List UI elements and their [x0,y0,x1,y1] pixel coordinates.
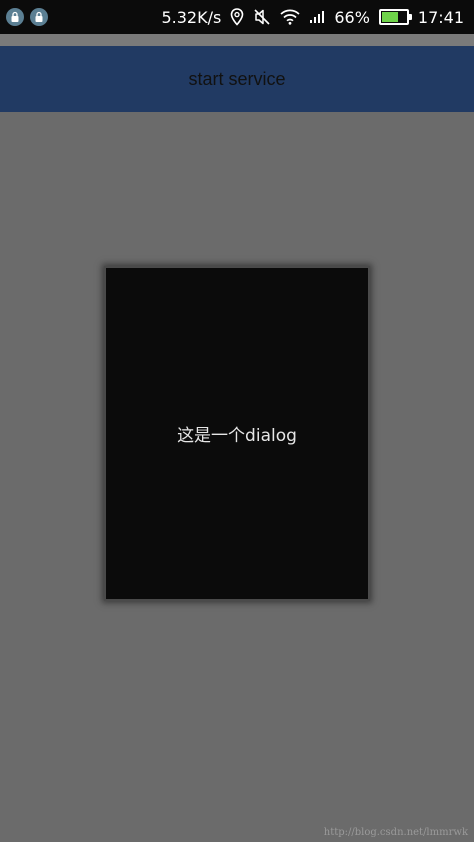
lock-notification-icon [30,8,48,26]
screen: 5.32K/s 66% 17:41 start service 这是一个dial… [0,0,474,842]
lock-notification-icon [6,8,24,26]
battery-icon [378,9,412,25]
network-speed: 5.32K/s [161,7,222,27]
action-bar-title: start service [188,68,286,89]
location-icon [230,8,244,26]
status-bar: 5.32K/s 66% 17:41 [0,0,474,34]
mute-icon [253,8,271,26]
battery-level-fill [381,12,398,22]
dialog-message: 这是一个dialog [177,426,297,446]
notification-icons [6,8,48,26]
clock: 17:41 [417,7,464,27]
battery-cap [408,14,412,20]
signal-icon [309,10,325,24]
dimmed-strip [0,34,474,46]
action-bar: start service [0,46,474,112]
wifi-icon [280,9,300,25]
battery-percent: 66% [334,7,370,27]
watermark: http://blog.csdn.net/lmmrwk [323,827,468,838]
dialog[interactable]: 这是一个dialog [104,266,370,601]
status-indicators: 5.32K/s 66% 17:41 [161,0,464,34]
